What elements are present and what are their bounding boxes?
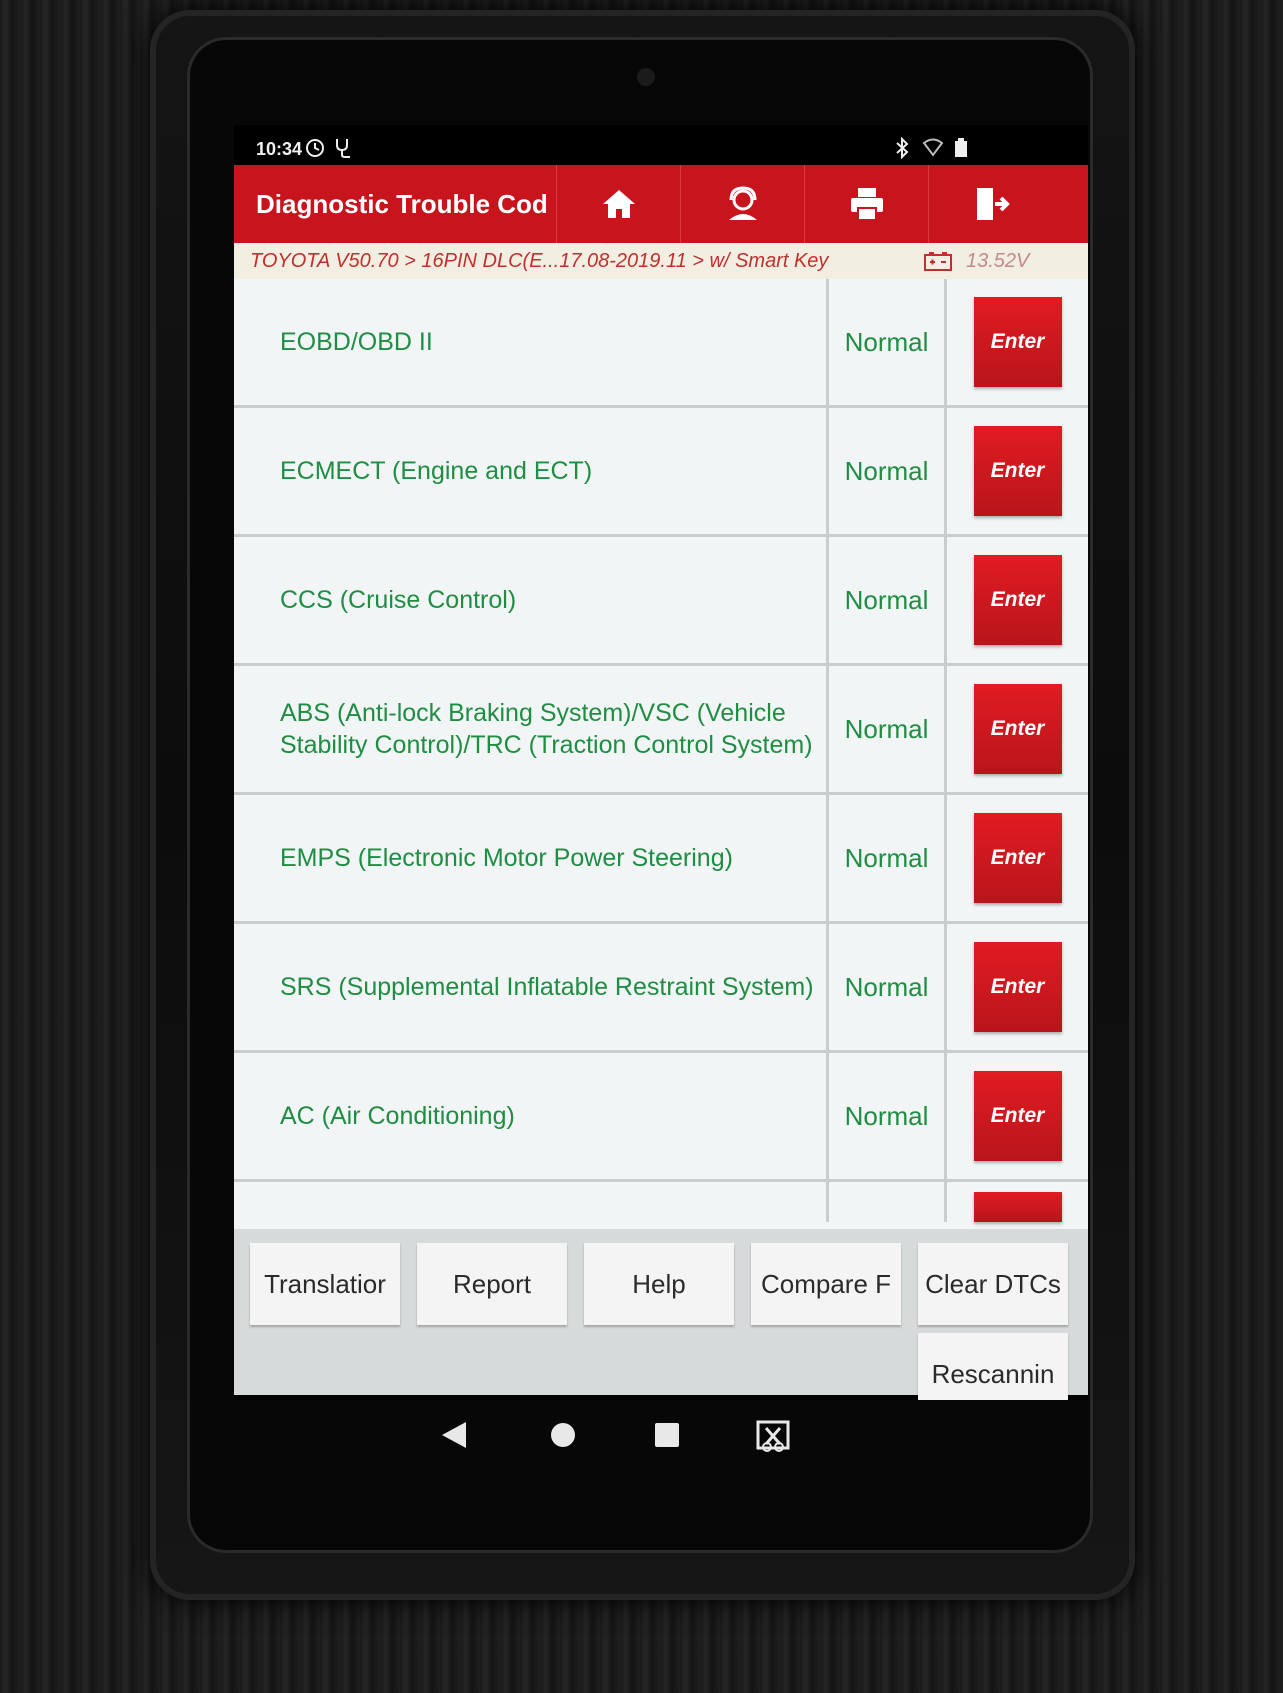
enter-button[interactable]: Enter [973,1071,1062,1161]
status-bar: 10:34 [234,125,1088,165]
breadcrumb-path: TOYOTA V50.70 > 16PIN DLC(E...17.08-2019… [250,249,829,272]
back-icon[interactable] [440,1420,468,1450]
wifi-icon [922,137,944,165]
bottom-toolbar: Translatior Report Help Compare F Clear … [234,1229,1088,1400]
report-button[interactable]: Report [417,1243,567,1325]
battery-voltage: 13.52V [966,249,1030,272]
exit-icon [976,188,1010,220]
help-button[interactable]: Help [584,1243,734,1325]
compare-button[interactable]: Compare F [751,1243,901,1325]
rescanning-button[interactable]: Rescannin [918,1333,1068,1400]
battery-icon [954,137,968,165]
system-status: Normal [829,537,947,663]
system-status: Normal [829,795,947,921]
recents-icon[interactable] [654,1420,680,1450]
system-name: EMPS (Electronic Motor Power Steering) [234,795,829,921]
system-status: Normal [829,279,947,405]
exit-button[interactable] [928,165,1052,243]
row-action-cell: Enter [947,537,1088,663]
bluetooth-icon [894,136,910,165]
system-name: SRS (Supplemental Inflatable Restraint S… [234,924,829,1050]
home-nav-icon[interactable] [550,1420,576,1450]
system-status: Normal [829,924,947,1050]
row-action-cell: Enter [947,666,1088,792]
row-action-cell: Enter [947,408,1088,534]
enter-button[interactable]: Enter [973,942,1062,1032]
system-row: ECMECT (Engine and ECT) Normal Enter [234,408,1088,537]
system-row: ABS (Anti-lock Braking System)/VSC (Vehi… [234,666,1088,795]
translation-button[interactable]: Translatior [250,1243,400,1325]
system-name: EOBD/OBD II [234,279,829,405]
home-button[interactable] [556,165,680,243]
system-name: ECMECT (Engine and ECT) [234,408,829,534]
system-status: Normal [829,666,947,792]
row-action-cell: Enter [947,795,1088,921]
system-row: EMPS (Electronic Motor Power Steering) N… [234,795,1088,924]
tablet-screen: 10:34 Diagnostic Trouble Cod TOYOTA V50.… [234,125,1088,1400]
app-header: Diagnostic Trouble Cod [234,165,1088,243]
support-agent-icon [728,186,757,220]
print-button[interactable] [804,165,928,243]
row-action-cell [947,1182,1088,1222]
support-button[interactable] [680,165,804,243]
enter-button[interactable]: Enter [973,426,1062,516]
clear-dtcs-button[interactable]: Clear DTCs [918,1243,1068,1325]
status-time: 10:34 [256,139,303,159]
system-list: EOBD/OBD II Normal Enter ECMECT (Engine … [234,279,1088,1229]
enter-button[interactable]: Enter [973,684,1062,774]
android-nav-bar [234,1410,1088,1470]
system-name: CCS (Cruise Control) [234,537,829,663]
stethoscope-icon [334,137,354,165]
system-row: AC (Air Conditioning) Normal Enter [234,1053,1088,1182]
system-row: CCS (Cruise Control) Normal Enter [234,537,1088,666]
car-battery-icon [924,252,952,271]
system-status: Normal [829,1053,947,1179]
system-status: Normal [829,408,947,534]
home-icon [602,190,635,218]
page-title: Diagnostic Trouble Cod [256,188,548,219]
row-action-cell: Enter [947,279,1088,405]
enter-button[interactable] [973,1192,1062,1222]
system-row-partial [234,1182,1088,1222]
system-name: AC (Air Conditioning) [234,1053,829,1179]
timer-icon [304,137,326,165]
screenshot-icon[interactable] [756,1420,790,1454]
system-row: SRS (Supplemental Inflatable Restraint S… [234,924,1088,1053]
print-icon [850,188,883,221]
enter-button[interactable]: Enter [973,813,1062,903]
row-action-cell: Enter [947,1053,1088,1179]
system-row: EOBD/OBD II Normal Enter [234,279,1088,408]
front-camera [637,68,655,86]
enter-button[interactable]: Enter [973,297,1062,387]
system-status [829,1182,947,1222]
breadcrumb: TOYOTA V50.70 > 16PIN DLC(E...17.08-2019… [234,243,1088,279]
enter-button[interactable]: Enter [973,555,1062,645]
system-name [234,1182,829,1222]
row-action-cell: Enter [947,924,1088,1050]
system-name: ABS (Anti-lock Braking System)/VSC (Vehi… [234,666,829,792]
